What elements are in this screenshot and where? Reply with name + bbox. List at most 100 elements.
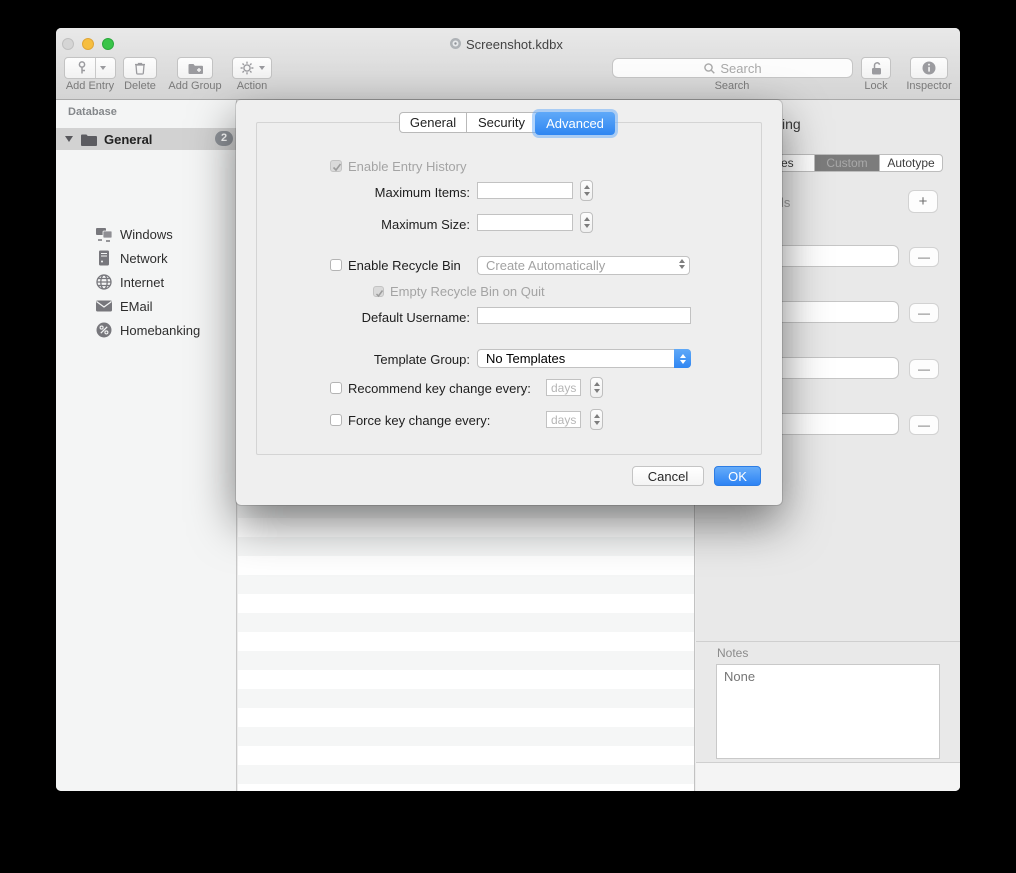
inspector-footer [696, 763, 960, 791]
sidebar-item-label: Windows [120, 227, 173, 242]
disclosure-triangle-icon[interactable] [65, 136, 73, 142]
sidebar-item-network[interactable]: Network [56, 246, 237, 270]
maximum-items-input[interactable] [477, 182, 573, 199]
sidebar-item-label: EMail [120, 299, 153, 314]
trash-icon [132, 60, 148, 76]
empty-recycle-bin-checkbox [373, 286, 384, 297]
template-group-label: Template Group: [336, 352, 470, 367]
window-header: Screenshot.kdbx Add Entry [56, 28, 960, 100]
tab-security[interactable]: Security [466, 113, 536, 132]
step-down-icon [584, 224, 590, 228]
checkmark-icon [332, 162, 342, 172]
sidebar-item-label: Network [120, 251, 168, 266]
remove-field-button[interactable]: — [909, 303, 939, 323]
empty-recycle-bin-label: Empty Recycle Bin on Quit [390, 284, 545, 299]
maximum-size-input[interactable] [477, 214, 573, 231]
recommend-days-input[interactable] [546, 379, 581, 396]
checkmark-icon [375, 289, 384, 298]
dialog-tabs: General Security Advanced [399, 112, 615, 133]
window-title: Screenshot.kdbx [466, 37, 563, 52]
sidebar-item-label: Homebanking [120, 323, 200, 338]
chevron-down-icon [259, 66, 265, 70]
search-label: Search [702, 80, 762, 92]
maximum-items-stepper[interactable] [580, 180, 593, 201]
force-key-change-checkbox[interactable] [330, 414, 342, 426]
delete-label: Delete [110, 80, 170, 92]
enable-recycle-bin-checkbox[interactable] [330, 259, 342, 271]
document-icon [449, 37, 462, 50]
remove-field-button[interactable]: — [909, 247, 939, 267]
zoom-button[interactable] [102, 38, 114, 50]
tab-custom[interactable]: Custom [814, 155, 879, 171]
percent-icon [95, 321, 113, 339]
tab-general[interactable]: General [400, 113, 466, 132]
force-key-change-label: Force key change every: [348, 413, 490, 428]
add-entry-button[interactable] [64, 57, 116, 79]
action-button[interactable] [232, 57, 272, 79]
force-days-input[interactable] [546, 411, 581, 428]
step-up-icon [594, 414, 600, 418]
add-group-button[interactable] [177, 57, 213, 79]
lock-button[interactable] [861, 57, 891, 79]
inspector-title-fragment: ing [782, 116, 801, 132]
action-label: Action [222, 80, 282, 92]
folder-plus-icon [187, 61, 204, 76]
ok-button[interactable]: OK [714, 466, 761, 486]
sidebar-item-label: General [104, 132, 152, 147]
server-icon [95, 249, 113, 267]
database-settings-dialog: General Security Advanced Enable Entry H… [236, 100, 782, 505]
recommend-key-change-label: Recommend key change every: [348, 381, 531, 396]
folder-icon [80, 132, 98, 147]
app-window: Screenshot.kdbx Add Entry [56, 28, 960, 791]
minimize-button[interactable] [82, 38, 94, 50]
search-input[interactable]: Search [612, 58, 853, 78]
sidebar-item-windows[interactable]: Windows [56, 222, 237, 246]
popup-chevrons-icon [679, 259, 685, 269]
step-down-icon [594, 389, 600, 393]
force-days-stepper[interactable] [590, 409, 603, 430]
enable-entry-history-checkbox [330, 160, 342, 172]
padlock-icon [868, 60, 884, 76]
notes-label: Notes [717, 646, 748, 660]
gear-icon [239, 60, 255, 76]
cancel-button[interactable]: Cancel [632, 466, 704, 486]
inspector-button[interactable] [910, 57, 948, 79]
close-button[interactable] [62, 38, 74, 50]
default-username-label: Default Username: [336, 310, 470, 325]
default-username-input[interactable] [477, 307, 691, 324]
step-up-icon [594, 382, 600, 386]
template-group-popup[interactable]: No Templates [477, 349, 691, 368]
add-field-button[interactable]: + [908, 190, 938, 213]
sidebar-item-internet[interactable]: Internet [56, 270, 237, 294]
add-group-label: Add Group [165, 80, 225, 92]
popup-value: Create Automatically [486, 258, 605, 273]
recommend-key-change-checkbox[interactable] [330, 382, 342, 394]
notes-textarea[interactable] [716, 664, 940, 759]
info-icon [921, 60, 937, 76]
divider [696, 641, 960, 642]
envelope-icon [95, 297, 113, 315]
maximum-size-stepper[interactable] [580, 212, 593, 233]
tab-advanced[interactable]: Advanced [535, 112, 615, 135]
sidebar-item-general[interactable]: General 2 [56, 128, 237, 150]
sidebar-item-email[interactable]: EMail [56, 294, 237, 318]
remove-field-button[interactable]: — [909, 415, 939, 435]
step-down-icon [594, 421, 600, 425]
magnifier-icon [703, 62, 716, 75]
sidebar: Database General 2 Windows [56, 100, 237, 791]
remove-field-button[interactable]: — [909, 359, 939, 379]
step-up-icon [584, 217, 590, 221]
computers-icon [95, 225, 113, 243]
delete-button[interactable] [123, 57, 157, 79]
recycle-bin-popup: Create Automatically [477, 256, 690, 275]
sidebar-item-homebanking[interactable]: Homebanking [56, 318, 237, 342]
tab-autotype[interactable]: Autotype [879, 155, 942, 171]
maximum-items-label: Maximum Items: [336, 185, 470, 200]
enable-entry-history-label: Enable Entry History [348, 159, 467, 174]
recommend-days-stepper[interactable] [590, 377, 603, 398]
search-placeholder: Search [720, 61, 761, 76]
globe-icon [95, 273, 113, 291]
lock-label: Lock [846, 80, 906, 92]
sidebar-header: Database [68, 106, 117, 118]
enable-recycle-bin-label: Enable Recycle Bin [348, 258, 461, 273]
